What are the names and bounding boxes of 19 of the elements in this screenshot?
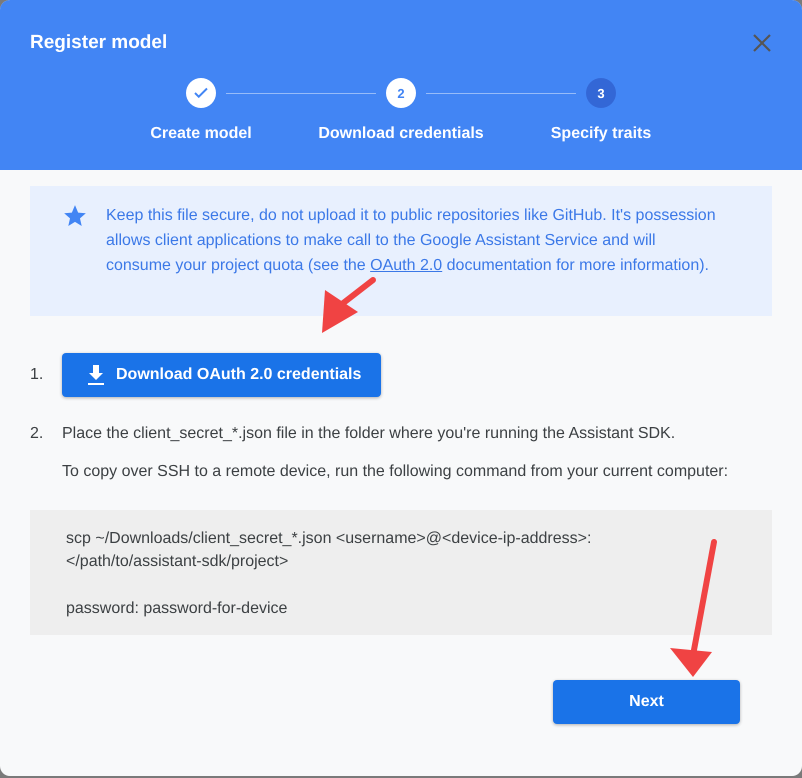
next-button[interactable]: Next: [553, 680, 740, 724]
download-button[interactable]: Download OAuth 2.0 credentials: [62, 353, 382, 397]
code-text: password: password-for-device: [66, 599, 288, 619]
step-label: Create model: [150, 125, 252, 143]
instruction-text: Place the client_secret_*.json file in the folder where you're running the Assistant SDK.: [62, 424, 676, 444]
dialog-title: Register model: [30, 32, 168, 54]
step-label: Specify traits: [550, 125, 652, 143]
step-number: 2: [386, 78, 416, 108]
close-icon[interactable]: [752, 33, 772, 53]
code-text: scp ~/Downloads/client_secret_*.json <username>@<device-ip-address>: </path/to/assistant-sdk/project>: [66, 529, 592, 572]
instruction-text: To copy over SSH to a remote device, run the following command from your current computer:: [62, 462, 728, 482]
arrow-annotation: [322, 277, 376, 333]
list-number: 1.: [30, 366, 44, 384]
download-icon: [86, 364, 106, 386]
list-number: 2.: [30, 424, 44, 444]
notice-text: Keep this file secure, do not upload it to public repositories like GitHub. It's possession allows client applications to make call to the Google Assistant Service and will consume your project quota (see the OAuth 2.0 documentation for more information).: [106, 206, 716, 276]
step-label: Download credentials: [318, 125, 484, 143]
oauth-link[interactable]: OAuth 2.0: [370, 257, 442, 274]
step-number: 3: [586, 78, 616, 108]
